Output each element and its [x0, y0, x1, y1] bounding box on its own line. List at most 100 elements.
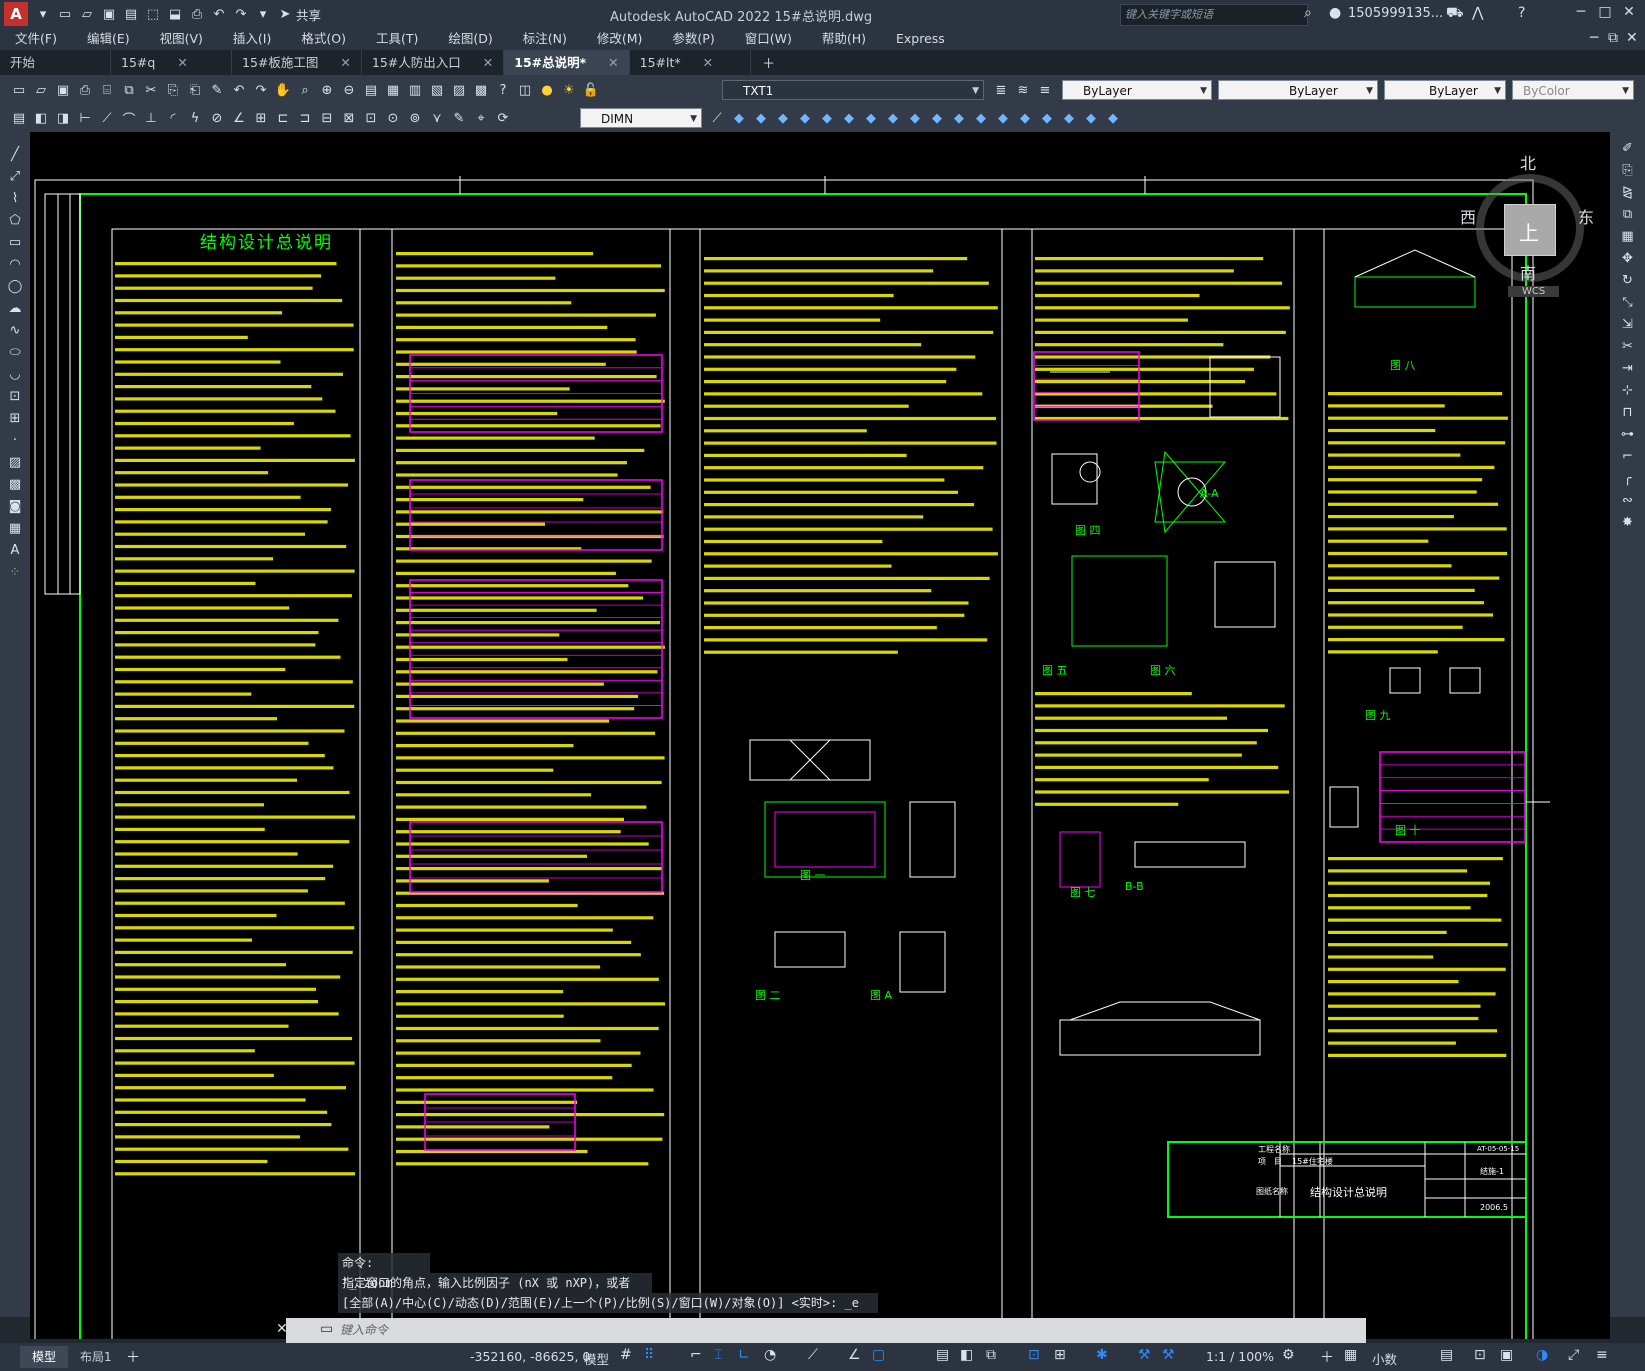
quick-properties-icon[interactable]: ▤ [1440, 1347, 1453, 1363]
isolate-icon[interactable]: ▦ [1344, 1347, 1357, 1363]
isometric-icon[interactable]: ⟋ [808, 1347, 818, 1363]
layer-manager-icon[interactable]: ◫ [515, 80, 535, 100]
layout-tab[interactable]: 布局1 [68, 1346, 124, 1368]
erase-icon[interactable]: ✐ [1616, 138, 1640, 160]
aligned-dim-icon[interactable]: ⟋ [97, 108, 117, 128]
viewcube-west[interactable]: 西 [1460, 204, 1476, 228]
doc-minimize-icon[interactable]: ─ [1590, 30, 1598, 46]
radius-dim-icon[interactable]: ◜ [163, 108, 183, 128]
properties-icon[interactable]: ▤ [361, 80, 381, 100]
layer-on-icon[interactable]: ● [537, 80, 557, 100]
file-tab[interactable]: 15#lt* ✕ [630, 50, 751, 75]
zoom-realtime-icon[interactable]: ⌕ [295, 80, 315, 100]
menu-item[interactable]: Express [881, 28, 960, 50]
inspection-icon[interactable]: ⊚ [405, 108, 425, 128]
save-icon[interactable]: ▣ [53, 80, 73, 100]
menu-item[interactable]: 帮助(H) [807, 28, 881, 50]
open-icon[interactable]: ▱ [31, 80, 51, 100]
menu-item[interactable]: 工具(T) [361, 28, 433, 50]
autocad-logo-icon[interactable]: A [4, 2, 28, 26]
share-icon[interactable]: ➤ [275, 4, 295, 24]
sweep-icon[interactable]: ◆ [927, 108, 947, 128]
viewcube-face[interactable]: 上 [1504, 204, 1556, 256]
viewcube[interactable]: 上 北 南 西 东 WCS [1460, 154, 1594, 300]
help-icon[interactable]: ? [1518, 5, 1525, 21]
jogged-linear-icon[interactable]: ⋎ [427, 108, 447, 128]
mirror-icon[interactable]: ⧎ [1616, 182, 1640, 204]
loft-icon[interactable]: ◆ [949, 108, 969, 128]
dynamic-input-icon[interactable]: ⌶ [714, 1347, 722, 1363]
redo-icon[interactable]: ↷ [251, 80, 271, 100]
plot-icon[interactable]: ⎙ [75, 80, 95, 100]
cylinder-icon[interactable]: ◆ [817, 108, 837, 128]
slice-icon[interactable]: ◆ [1037, 108, 1057, 128]
menu-item[interactable]: 绘图(D) [433, 28, 507, 50]
subtract-icon[interactable]: ◆ [993, 108, 1013, 128]
object-snap-icon[interactable]: ▢ [872, 1347, 885, 1363]
extrude-icon[interactable]: ◆ [883, 108, 903, 128]
flatshot-icon[interactable]: ◆ [1103, 108, 1123, 128]
markup-icon[interactable]: ▨ [449, 80, 469, 100]
doc-close-icon[interactable]: ✕ [1626, 30, 1638, 46]
hatch-icon[interactable]: ▨ [3, 452, 27, 474]
ortho-icon[interactable]: ∟ [738, 1347, 750, 1363]
drawing-canvas[interactable]: 结构设计总说明 图 一图 二 图 A 图 四图 五 图 六图 七 B-B 图 八图 九图 … [30, 132, 1610, 1339]
new-icon[interactable]: ▭ [9, 80, 29, 100]
close-tab-icon[interactable]: ✕ [483, 55, 493, 70]
zoom-window-icon[interactable]: ⊕ [317, 80, 337, 100]
close-tab-icon[interactable]: ✕ [703, 55, 713, 70]
lock-ui-icon[interactable]: ⊡ [1474, 1347, 1486, 1363]
dim-text-edit-icon[interactable]: ⌖ [471, 108, 491, 128]
save-web-icon[interactable]: ⬓ [165, 4, 185, 24]
quick-access-more-icon[interactable]: ▾ [253, 4, 273, 24]
table-icon[interactable]: ▦ [3, 518, 27, 540]
mtext-icon[interactable]: A [3, 540, 27, 562]
autodesk-app-icon[interactable]: ⋀ [1472, 5, 1483, 21]
circle-icon[interactable]: ◯ [3, 276, 27, 298]
cone-icon[interactable]: ◆ [773, 108, 793, 128]
design-center-icon[interactable]: ▦ [383, 80, 403, 100]
viewcube-north[interactable]: 北 [1520, 150, 1536, 174]
search-input[interactable]: 键入关键字或短语 [1120, 4, 1308, 26]
dim-space-icon[interactable]: ⊟ [317, 108, 337, 128]
trim-icon[interactable]: ✂ [1616, 336, 1640, 358]
menu-item[interactable]: 标注(N) [508, 28, 582, 50]
layer-lock-icon[interactable]: 🔓 [581, 80, 601, 100]
close-tab-icon[interactable]: ✕ [340, 55, 350, 70]
copy-icon[interactable]: ⎘ [163, 80, 183, 100]
layer-previous-icon[interactable]: ≋ [1013, 80, 1033, 100]
viewcube-south[interactable]: 南 [1520, 260, 1536, 284]
maximize-button[interactable]: □ [1594, 4, 1616, 24]
customization-icon[interactable]: ≡ [1596, 1347, 1608, 1363]
3d-osnap-icon[interactable]: ⊡ [1028, 1347, 1040, 1363]
jogged-dim-icon[interactable]: ϟ [185, 108, 205, 128]
make-block-icon[interactable]: ⊞ [3, 408, 27, 430]
revision-cloud-icon[interactable]: ☁ [3, 298, 27, 320]
minimize-button[interactable]: ─ [1570, 4, 1592, 24]
pan-icon[interactable]: ✋ [273, 80, 293, 100]
color-combo[interactable]: ByLayer ▼ [1062, 80, 1212, 100]
command-prompt-icon[interactable]: ▭ [320, 1321, 333, 1337]
dim-style-combo[interactable]: DIMN ▼ [580, 108, 702, 128]
add-layout-icon[interactable]: ＋ [126, 1347, 140, 1367]
dim-edit-icon[interactable]: ✎ [449, 108, 469, 128]
dim-break-icon[interactable]: ⊠ [339, 108, 359, 128]
transparency-icon[interactable]: ◧ [960, 1347, 973, 1363]
revolve-icon[interactable]: ◆ [905, 108, 925, 128]
ellipse-icon[interactable]: ⬭ [3, 342, 27, 364]
doc-restore-icon[interactable]: ⧉ [1608, 30, 1618, 46]
section-icon[interactable]: ◆ [1059, 108, 1079, 128]
diameter-dim-icon[interactable]: ⊘ [207, 108, 227, 128]
tolerance-icon[interactable]: ⊡ [361, 108, 381, 128]
close-window-button[interactable]: ✕ [1618, 4, 1640, 24]
quick-dim-icon[interactable]: ⊞ [251, 108, 271, 128]
print-icon[interactable]: ⎙ [187, 4, 207, 24]
scale-icon[interactable]: ⤡ [1616, 292, 1640, 314]
break-icon[interactable]: ⊓ [1616, 402, 1640, 424]
file-tab[interactable]: 开始 [0, 50, 111, 75]
continue-dim-icon[interactable]: ⊐ [295, 108, 315, 128]
offset-icon[interactable]: ⧉ [1616, 204, 1640, 226]
help-icon[interactable]: ? [493, 80, 513, 100]
dim-style-manager-icon[interactable]: ⟋ [707, 108, 727, 128]
open-file-icon[interactable]: ▱ [77, 4, 97, 24]
